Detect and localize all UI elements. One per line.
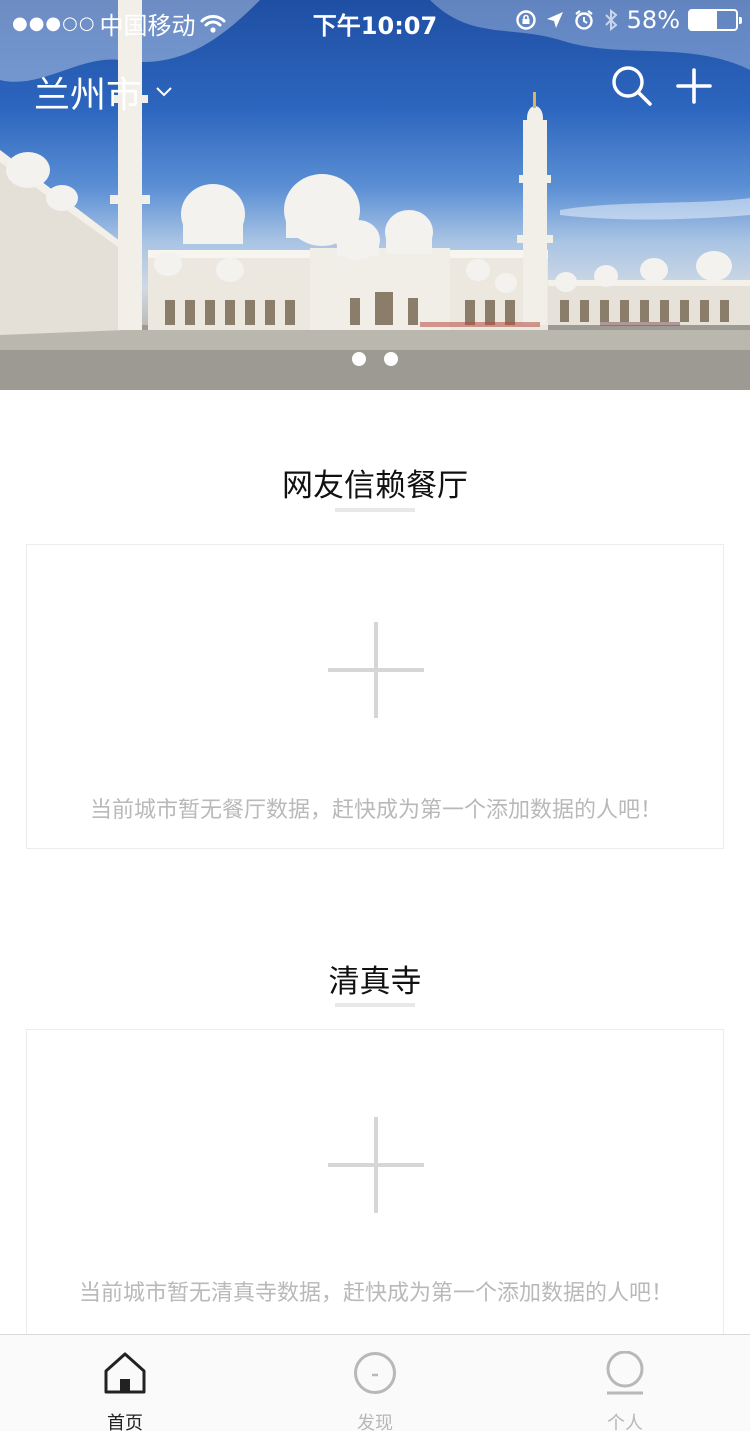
section-title-mosques: 清真寺 — [328, 964, 422, 1000]
profile-icon — [606, 1351, 644, 1395]
pager-dot[interactable] — [384, 352, 398, 366]
status-right: 58% — [515, 6, 742, 34]
carousel-pager[interactable] — [0, 352, 750, 366]
restaurants-empty-text: 当前城市暂无餐厅数据，赶快成为第一个添加数据的人吧！ — [89, 798, 662, 823]
top-navigation: 兰州市 — [0, 58, 750, 118]
location-arrow-icon — [546, 12, 563, 28]
section-title-underline — [335, 508, 415, 512]
tab-profile[interactable]: 个人 — [500, 1335, 750, 1431]
pager-dot[interactable] — [352, 352, 366, 366]
mosques-empty-text: 当前城市暂无清真寺数据，赶快成为第一个添加数据的人吧！ — [78, 1281, 673, 1306]
alarm-icon — [574, 10, 593, 30]
battery-percentage: 58% — [626, 6, 680, 34]
add-restaurant-plus-icon[interactable] — [328, 622, 424, 718]
chevron-down-icon — [156, 87, 172, 97]
tab-home-label: 首页 — [107, 1413, 143, 1431]
tab-discover-label: 发现 — [357, 1413, 393, 1431]
section-title-underline — [335, 1003, 415, 1007]
add-icon[interactable] — [670, 62, 718, 110]
mosques-empty-card[interactable]: 当前城市暂无清真寺数据，赶快成为第一个添加数据的人吧！ — [26, 1029, 724, 1349]
rotation-lock-icon — [515, 10, 536, 30]
search-icon[interactable] — [608, 62, 656, 110]
restaurants-empty-card[interactable]: 当前城市暂无餐厅数据，赶快成为第一个添加数据的人吧！ — [26, 544, 724, 849]
discover-icon — [354, 1352, 396, 1394]
add-mosque-plus-icon[interactable] — [328, 1117, 424, 1213]
tab-discover[interactable]: 发现 — [250, 1335, 500, 1431]
status-bar: ●●●○○ 中国移动 下午10:07 58% — [0, 0, 750, 40]
city-name: 兰州市 — [34, 75, 143, 116]
bottom-tab-bar: 首页 发现 个人 — [0, 1334, 750, 1431]
battery-level — [690, 11, 717, 29]
tab-home[interactable]: 首页 — [0, 1335, 250, 1431]
bluetooth-icon — [604, 8, 618, 32]
city-selector[interactable]: 兰州市 — [34, 66, 172, 118]
section-title-restaurants: 网友信赖餐厅 — [282, 468, 468, 504]
home-icon — [104, 1352, 146, 1394]
battery-icon — [688, 9, 742, 31]
hero-banner[interactable]: ●●●○○ 中国移动 下午10:07 58% 兰州市 — [0, 0, 750, 390]
tab-profile-label: 个人 — [607, 1413, 643, 1431]
